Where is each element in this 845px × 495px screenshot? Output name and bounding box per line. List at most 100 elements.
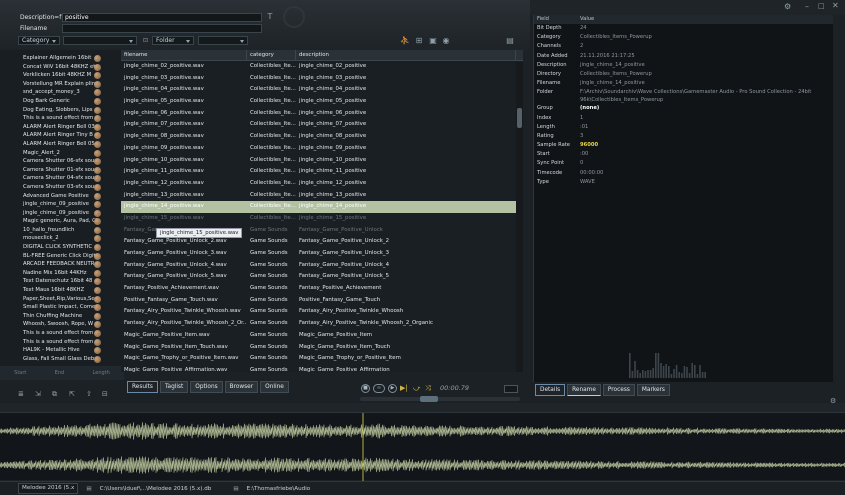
tab-online[interactable]: Online: [260, 381, 289, 393]
shuffle-icon[interactable]: ⤨: [425, 384, 431, 393]
forward-icon[interactable]: ⤻: [413, 384, 420, 393]
collection-item[interactable]: Dog Bark Generic: [0, 97, 123, 106]
collection-item[interactable]: Text Datenschutz 16bit 48: [0, 277, 123, 286]
collection-item[interactable]: Concat WiV 16bit 48KHZ et: [0, 63, 123, 72]
collection-item[interactable]: This is a sound effect from: [0, 338, 123, 347]
collection-item[interactable]: This is a sound effect from: [0, 329, 123, 338]
column-description[interactable]: description: [296, 50, 516, 60]
copy-icon[interactable]: ⧉: [52, 390, 57, 399]
status-app[interactable]: Melodee 2016 (5.x: [18, 483, 79, 494]
table-row[interactable]: jingle_chime_06_positive.wav Collectibles…: [121, 108, 523, 120]
collection-item[interactable]: Text Maus 16bit 48KHZ: [0, 286, 123, 295]
collection-item[interactable]: HAL9K - Metallic Hive: [0, 346, 123, 355]
property-row[interactable]: Channels 2: [534, 42, 833, 51]
table-row[interactable]: jingle_chime_08_positive.wav Collectibles…: [121, 131, 523, 143]
tab-taglist[interactable]: Taglist: [159, 381, 189, 393]
tab-rename[interactable]: Rename: [567, 384, 601, 396]
import-icon[interactable]: ⇲: [35, 390, 41, 398]
eye-icon[interactable]: ◉: [441, 36, 451, 46]
property-row[interactable]: Filename jingle_chime_14_positive: [534, 79, 833, 88]
property-row[interactable]: Sync Point 0: [534, 159, 833, 168]
collection-item[interactable]: Camera Shutter 03-sfx sour: [0, 183, 123, 192]
tab-options[interactable]: Options: [190, 381, 223, 393]
waveform-view[interactable]: [0, 412, 845, 481]
table-scrollbar-thumb[interactable]: [517, 108, 522, 128]
stop-icon[interactable]: ■: [361, 384, 370, 393]
table-row[interactable]: jingle_chime_13_positive.wav Collectibles…: [121, 190, 523, 202]
property-row[interactable]: Date Added 21.11.2016 21:17:25: [534, 52, 833, 61]
collection-item[interactable]: Camera Shutter 01-sfx sour: [0, 166, 123, 175]
next-icon[interactable]: ▶|: [400, 384, 408, 392]
collection-item[interactable]: This is a sound effect from: [0, 114, 123, 123]
property-row[interactable]: Index 1: [534, 114, 833, 123]
tab-markers[interactable]: Markers: [636, 384, 670, 396]
collection-item[interactable]: Whoosh, Swoosh, Rope, W: [0, 320, 123, 329]
collection-item[interactable]: snd_accept_money_3: [0, 88, 123, 97]
table-row[interactable]: Fantasy_Positive_Achievement.wav Game Sou…: [121, 283, 523, 295]
collection-item[interactable]: Camera Shutter 06-sfx sour: [0, 157, 123, 166]
collection-item[interactable]: jingle_chime_09_positive: [0, 209, 123, 218]
collection-item[interactable]: Magic generic, Aura, Pad, Ch: [0, 217, 123, 226]
collection-item[interactable]: Vorstellung MR Explain plin: [0, 80, 123, 89]
property-row[interactable]: Rating 3: [534, 132, 833, 141]
table-row[interactable]: jingle_chime_14_positive.wav Collectibles…: [121, 201, 523, 213]
table-row[interactable]: jingle_chime_09_positive.wav Collectibles…: [121, 143, 523, 155]
collection-item[interactable]: Glass, Fall Small Glass Debr: [0, 355, 123, 364]
property-row[interactable]: Sample Rate 96000: [534, 141, 833, 150]
table-row[interactable]: Fantasy_Game_Positive_Unlock_3.wav Game S…: [121, 248, 523, 260]
tab-browser[interactable]: Browser: [224, 381, 259, 393]
collection-item[interactable]: Dog Eating, Slobbers, Lips: [0, 106, 123, 115]
collection-item[interactable]: Magic_Alert_2: [0, 149, 123, 158]
table-row[interactable]: jingle_chime_12_positive.wav Collectibles…: [121, 178, 523, 190]
collection-item[interactable]: Nadine Mix 16bit 44KHz: [0, 269, 123, 278]
batch-icon[interactable]: ⊟: [102, 390, 108, 398]
property-row[interactable]: Category Collectibles_Items_Powerup: [534, 33, 833, 42]
play-icon[interactable]: ▶: [388, 384, 397, 393]
folder-dropdown[interactable]: Folder: [152, 35, 195, 45]
loop-icon[interactable]: ∞: [373, 384, 385, 393]
collection-item[interactable]: Paper,Sheet,Rip,Various,Se: [0, 295, 123, 304]
book-icon[interactable]: ▤: [505, 36, 515, 46]
search-icon[interactable]: [283, 6, 305, 28]
property-row[interactable]: Bit Depth 24: [534, 24, 833, 33]
settings-icon[interactable]: ⚙: [784, 2, 791, 11]
collection-item[interactable]: ALARM Alert Ringer Bell 05: [0, 140, 123, 149]
table-row[interactable]: jingle_chime_10_positive.wav Collectibles…: [121, 155, 523, 167]
minimize-icon[interactable]: –: [805, 2, 809, 11]
collection-item[interactable]: Advanced Game Positive: [0, 192, 123, 201]
property-row[interactable]: Group (none): [534, 104, 833, 113]
collection-item[interactable]: ALARM Alert Ringer Bell 03: [0, 123, 123, 132]
collection-item[interactable]: 10_hallo_freundlich: [0, 226, 123, 235]
table-row[interactable]: Magic_Game_Positive_Item_Touch.wav Game S…: [121, 342, 523, 354]
collection-item[interactable]: Camera Shutter 04-sfx sour: [0, 174, 123, 183]
tab-details[interactable]: Details: [535, 384, 566, 396]
tab-results[interactable]: Results: [127, 381, 158, 393]
volume-box[interactable]: [504, 385, 518, 393]
column-filename[interactable]: filename: [121, 50, 247, 60]
collection-item[interactable]: DIGITAL CLICK SYNTHETIC: [0, 243, 123, 252]
runner-icon[interactable]: ⛹: [400, 36, 410, 46]
collection-item[interactable]: mouseclick_2: [0, 234, 123, 243]
position-slider-thumb[interactable]: [420, 396, 438, 402]
category-value-dropdown[interactable]: [63, 35, 137, 45]
property-row[interactable]: Description jingle_chime_14_positive: [534, 61, 833, 70]
tab-process[interactable]: Process: [602, 384, 635, 396]
table-row[interactable]: jingle_chime_02_positive.wav Collectibles…: [121, 61, 523, 73]
collection-item[interactable]: jingle_chime_09_positive: [0, 200, 123, 209]
table-row[interactable]: Fantasy_Game_Positive_Unlock_5.wav Game S…: [121, 271, 523, 283]
table-row[interactable]: jingle_chime_11_positive.wav Collectibles…: [121, 166, 523, 178]
text-icon[interactable]: T: [265, 12, 275, 22]
table-row[interactable]: jingle_chime_04_positive.wav Collectibles…: [121, 84, 523, 96]
property-row[interactable]: Directory Collectibles_Items_Powerup: [534, 70, 833, 79]
waveform-graphic[interactable]: [0, 413, 845, 481]
collection-item[interactable]: Explainer Allgemein 16bit: [0, 54, 123, 63]
table-row[interactable]: jingle_chime_05_positive.wav Collectibles…: [121, 96, 523, 108]
folder-value-dropdown[interactable]: [198, 35, 249, 45]
close-icon[interactable]: ✕: [832, 1, 839, 10]
position-slider[interactable]: [360, 397, 520, 401]
maximize-icon[interactable]: □: [818, 2, 825, 10]
property-row[interactable]: Start:00: [534, 150, 833, 159]
table-row[interactable]: Magic_Game_Positive_Item.wav Game Sounds M…: [121, 330, 523, 342]
property-row[interactable]: Timecode 00:00:00: [534, 169, 833, 178]
list-icon[interactable]: ≣: [18, 390, 24, 398]
